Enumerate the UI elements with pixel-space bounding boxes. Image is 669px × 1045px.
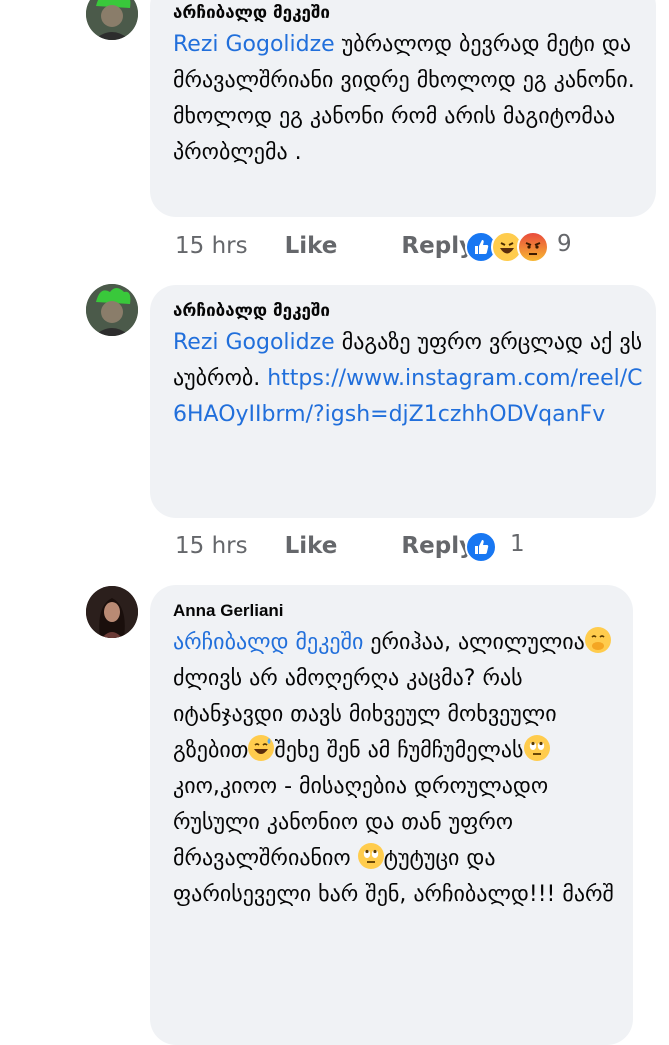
comment-body: ერიჰაა, ალილულია (363, 630, 585, 655)
comment-author[interactable]: არჩიბალდ მეკეში (173, 3, 330, 23)
comment-text: Rezi Gogolidze უბრალოდ ბევრად მეტი და მრ… (173, 27, 638, 171)
mention-link[interactable]: Rezi Gogolidze (173, 330, 335, 355)
avatar[interactable] (86, 0, 138, 40)
comment-timestamp[interactable]: 15 hrs (175, 233, 248, 259)
angry-icon (517, 231, 549, 263)
grinning-sweat-emoji (248, 735, 275, 761)
rolling-eyes-emoji (523, 735, 550, 761)
comment-actions: 15 hrs Like Reply (175, 531, 474, 561)
comment-text: Rezi Gogolidze მაგაზე უფრო ვრცლად აქ ვსა… (173, 325, 643, 433)
reaction-count: 1 (510, 531, 525, 557)
mention-link[interactable]: არჩიბალდ მეკეში (173, 630, 363, 655)
comment-body: შეხე შენ ამ ჩუმჩუმელას (274, 738, 524, 763)
avatar[interactable] (86, 284, 138, 336)
rolling-eyes-emoji (357, 843, 384, 869)
comment-author[interactable]: არჩიბალდ მეკეში (173, 301, 330, 321)
avatar[interactable] (86, 586, 138, 638)
comment: არჩიბალდ მეკეში Rezi Gogolidze მაგაზე უფ… (0, 280, 669, 570)
comment-actions: 15 hrs Like Reply (175, 231, 474, 261)
comment: არჩიბალდ მეკეში Rezi Gogolidze უბრალოდ ბ… (0, 0, 669, 270)
comment-author[interactable]: Anna Gerliani (173, 601, 284, 621)
like-button[interactable]: Like (285, 233, 338, 259)
like-button[interactable]: Like (285, 533, 338, 559)
comment-text: არჩიბალდ მეკეში ერიჰაა, ალილულიაძლივს არ… (173, 625, 618, 913)
mention-link[interactable]: Rezi Gogolidze (173, 32, 335, 57)
reply-button[interactable]: Reply (401, 233, 474, 259)
reply-button[interactable]: Reply (401, 533, 474, 559)
comment-timestamp[interactable]: 15 hrs (175, 533, 248, 559)
like-icon (465, 531, 497, 563)
face-with-hand-over-mouth-emoji (584, 627, 611, 653)
reaction-count: 9 (557, 231, 572, 257)
comment: Anna Gerliani არჩიბალდ მეკეში ერიჰაა, ალ… (0, 580, 669, 1045)
